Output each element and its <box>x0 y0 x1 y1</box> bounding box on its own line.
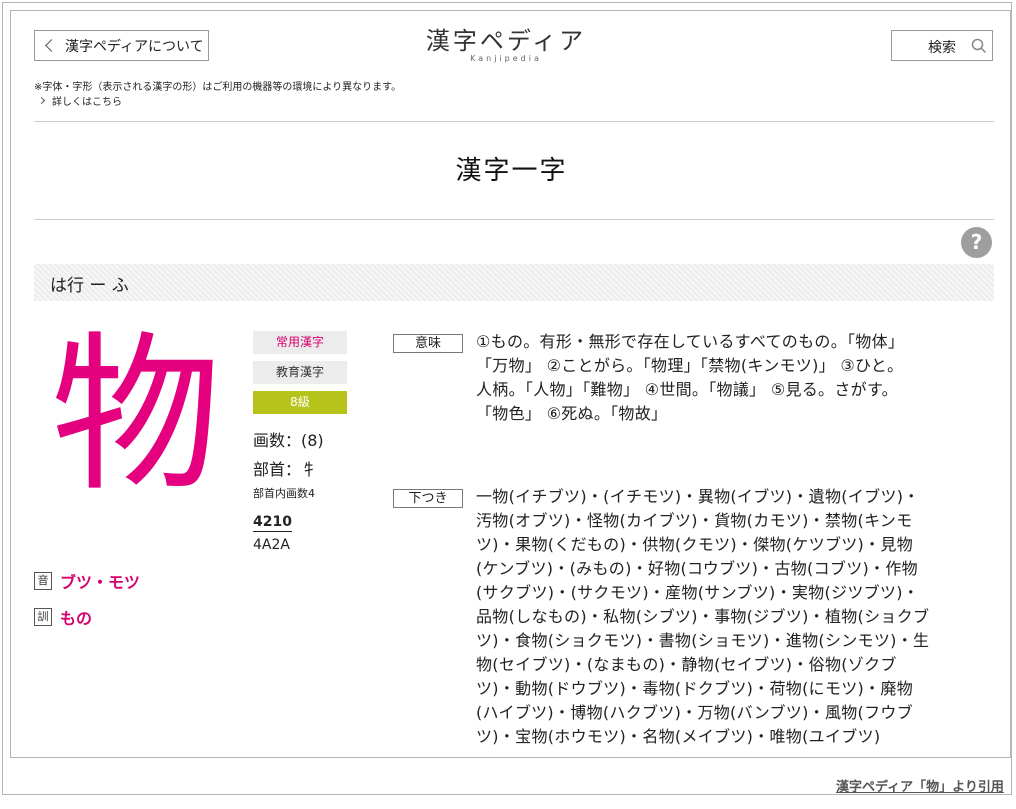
jis-code: 4210 <box>253 514 292 532</box>
on-reading: ブツ・モツ <box>60 573 141 592</box>
shitatsuki-line: ツ)・果物(くだもの)・供物(クモツ)・傑物(ケツブツ)・見物 <box>476 535 913 554</box>
divider <box>34 121 994 122</box>
divider <box>34 219 994 220</box>
meaning-line: 人柄。「人物」「難物」 ④世間。「物議」 ⑤見る。さがす。 <box>476 380 898 399</box>
shitatsuki-line: 汚物(オブツ)・怪物(カイブツ)・貨物(カモツ)・禁物(キンモ <box>476 511 913 530</box>
shitatsuki-line: ツ)・食物(ショクモツ)・書物(ショモツ)・進物(シンモツ)・生 <box>476 631 930 650</box>
shitatsuki-line: ツ)・宝物(ホウモツ)・名物(メイブツ)・唯物(ユイブツ) <box>476 727 881 746</box>
shitatsuki-line: 物(セイブツ)・(なまもの)・静物(セイブツ)・俗物(ゾクブ <box>476 655 897 674</box>
content-panel: 漢字ペディアについて 漢字ペディア Kanjipedia 検索 ※字体・字形（表… <box>10 10 1011 758</box>
chevron-left-icon <box>45 39 58 52</box>
stroke-count: 画数：(8) <box>253 431 324 450</box>
radical-stroke-count: 部首内画数4 <box>253 487 315 500</box>
search-button[interactable]: 検索 <box>891 30 993 61</box>
kun-reading-row: 訓 もの <box>34 605 92 629</box>
shitatsuki-line: 一物(イチブツ)・(イチモツ)・異物(イブツ)・遺物(イブツ)・ <box>476 487 920 506</box>
shitatsuki-line: (サクブツ)・(サクモツ)・産物(サンブツ)・実物(ジツブツ)・ <box>476 583 920 602</box>
shitatsuki-line: (ハイブツ)・博物(ハクブツ)・万物(バンブツ)・風物(フウブ <box>476 703 913 722</box>
about-kanjipedia-button[interactable]: 漢字ペディアについて <box>34 30 209 61</box>
index-band-label: は行 ー ふ <box>50 276 129 296</box>
kun-reading-tag: 訓 <box>34 608 52 626</box>
on-reading-row: 音 ブツ・モツ <box>34 569 140 593</box>
meaning-line: 「万物」 ②ことがら。「物理」「禁物(キンモツ)」 ③ひと。 <box>476 356 904 375</box>
font-environment-note: ※字体・字形（表示される漢字の形）はご利用の機器等の環境により異なります。 <box>34 82 402 93</box>
meaning-line: ①もの。有形・無形で存在しているすべてのもの。「物体」 <box>476 332 905 351</box>
meaning-text: ①もの。有形・無形で存在しているすべてのもの。「物体」 「万物」 ②ことがら。「… <box>476 330 991 426</box>
index-band: は行 ー ふ <box>34 264 994 301</box>
meaning-label: 意味 <box>393 334 463 353</box>
help-icon[interactable]: ? <box>961 227 992 258</box>
unicode-code: 4A2A <box>253 537 290 553</box>
kanken-level-badge: 8級 <box>253 391 347 414</box>
kyoiku-kanji-badge: 教育漢字 <box>253 361 347 384</box>
shitatsuki-line: 品物(しなもの)・私物(シブツ)・事物(ジブツ)・植物(ショクブ <box>476 607 930 626</box>
shitatsuki-line: (ケンブツ)・(みもの)・好物(コウブツ)・古物(コブツ)・作物 <box>476 559 918 578</box>
kun-reading: もの <box>60 609 93 628</box>
shitatsuki-label: 下つき <box>393 489 463 508</box>
shitatsuki-line: ツ)・動物(ドウブツ)・毒物(ドクブツ)・荷物(にモツ)・廃物 <box>476 679 913 698</box>
on-reading-tag: 音 <box>34 572 52 590</box>
about-button-label: 漢字ペディアについて <box>65 38 204 55</box>
page-frame: 漢字ペディアについて 漢字ペディア Kanjipedia 検索 ※字体・字形（表… <box>2 2 1012 795</box>
meaning-line: 「物色」 ⑥死ぬ。「物故」 <box>476 404 668 423</box>
search-button-label: 検索 <box>928 40 956 56</box>
kanji-character: 物 <box>51 317 222 515</box>
chevron-right-icon <box>37 96 46 105</box>
search-icon <box>971 38 987 54</box>
site-logo[interactable]: 漢字ペディア Kanjipedia <box>421 26 591 63</box>
shitatsuki-text: 一物(イチブツ)・(イチモツ)・異物(イブツ)・遺物(イブツ)・ 汚物(オブツ)… <box>476 485 991 749</box>
details-link-label: 詳しくはこちら <box>52 97 122 108</box>
logo-japanese: 漢字ペディア <box>425 27 587 55</box>
joyo-kanji-badge: 常用漢字 <box>253 331 347 354</box>
details-link[interactable]: 詳しくはこちら <box>37 93 122 108</box>
page-title: 漢字一字 <box>455 156 568 186</box>
citation-link[interactable]: 漢字ペディア「物」より引用 <box>836 776 1004 795</box>
radical: 部首：牜 <box>253 460 318 479</box>
